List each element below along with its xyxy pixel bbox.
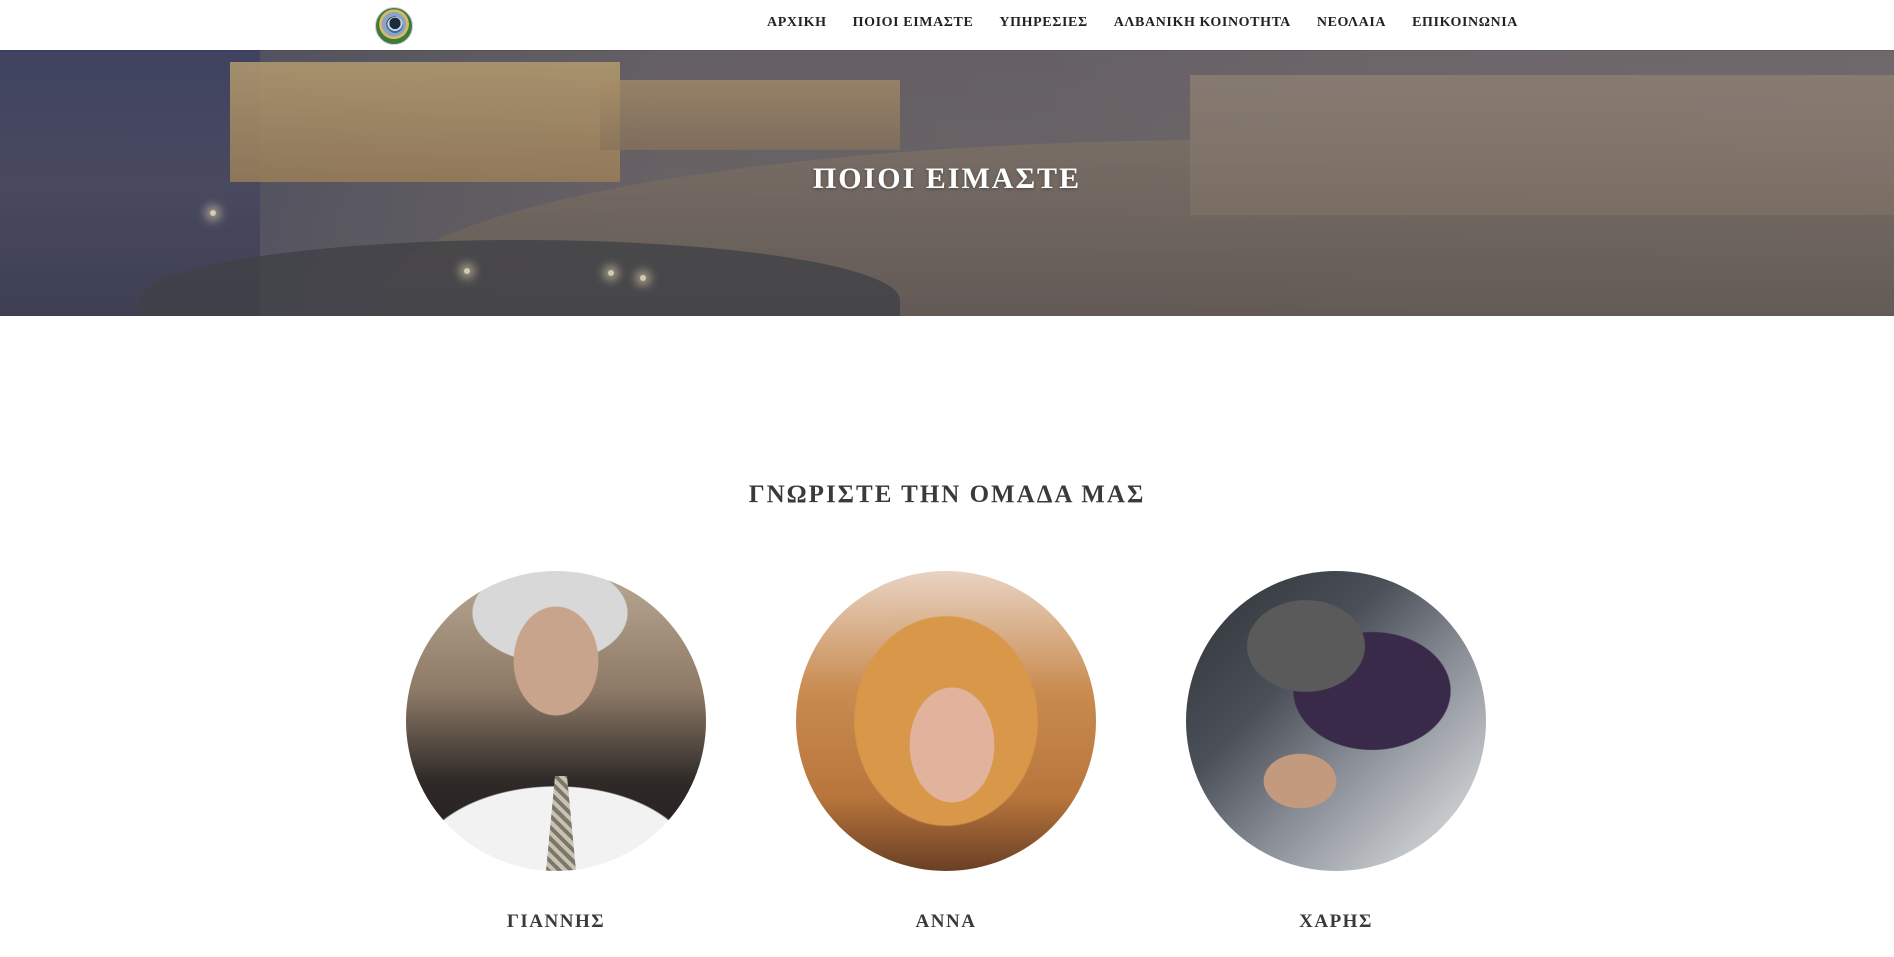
member-name: ΧΑΡΗΣ [1299, 911, 1373, 932]
member-photo[interactable] [796, 571, 1096, 871]
member-photo[interactable] [1186, 571, 1486, 871]
nav-item-about[interactable]: ΠΟΙΟΙ ΕΙΜΑΣΤΕ [853, 15, 974, 31]
team-member-card: ΧΑΡΗΣ [1186, 571, 1486, 933]
nav-item-services[interactable]: ΥΠΗΡΕΣΙΕΣ [999, 15, 1087, 31]
member-name: ΑΝΝΑ [915, 911, 977, 932]
member-photo[interactable] [406, 571, 706, 871]
nav-item-home[interactable]: ΑΡΧΙΚΗ [767, 15, 827, 31]
nav-item-contact[interactable]: ΕΠΙΚΟΙΝΩΝΙΑ [1412, 15, 1518, 31]
nav-item-youth[interactable]: ΝΕΟΛΑΙΑ [1317, 15, 1386, 31]
member-name: ΓΙΑΝΝΗΣ [506, 911, 606, 932]
nav-item-albanian-community[interactable]: ΑΛΒΑΝΙΚΗ ΚΟΙΝΟΤΗΤΑ [1114, 15, 1291, 31]
team-heading: ΓΝΩΡΙΣΤΕ ΤΗΝ ΟΜΑΔΑ ΜΑΣ [748, 480, 1146, 508]
logo-globe-icon [387, 17, 403, 33]
team-member-card: ΓΙΑΝΝΗΣ [406, 571, 706, 933]
community-logo-icon[interactable] [375, 7, 413, 45]
main-nav: ΑΡΧΙΚΗ ΠΟΙΟΙ ΕΙΜΑΣΤΕ ΥΠΗΡΕΣΙΕΣ ΑΛΒΑΝΙΚΗ … [767, 15, 1518, 31]
member-photo-detail [546, 776, 576, 871]
site-header: ΑΡΧΙΚΗ ΠΟΙΟΙ ΕΙΜΑΣΤΕ ΥΠΗΡΕΣΙΕΣ ΑΛΒΑΝΙΚΗ … [0, 0, 1894, 50]
team-member-card: ΑΝΝΑ [796, 571, 1096, 933]
page-title: ΠΟΙΟΙ ΕΙΜΑΣΤΕ [812, 162, 1082, 196]
hero-banner: ΠΟΙΟΙ ΕΙΜΑΣΤΕ [0, 50, 1894, 316]
